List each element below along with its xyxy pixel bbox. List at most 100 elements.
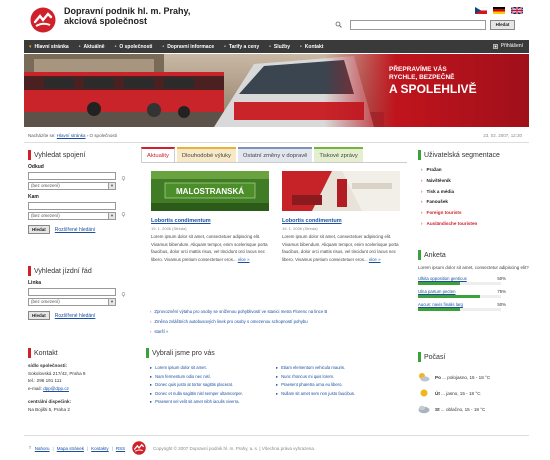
search-icon [335,21,342,28]
czech-flag-icon[interactable] [475,7,487,14]
connection-search-button[interactable]: Hledat [28,225,50,234]
timetable-search-title: Vyhledat jízdní řád [28,266,146,276]
banner-line3: A SPOLEHLIVĚ [389,82,477,96]
chevron-down-icon: ▼ [108,213,115,219]
line-input[interactable] [28,288,116,296]
nav-item-about[interactable]: • O společnosti [110,44,158,50]
news-text: Lorem ipsum dolor sit amet, consectetuer… [151,233,269,263]
breadcrumb-home-link[interactable]: Hlavní stránka [57,133,86,138]
segment-item-prague-resident[interactable]: › Pražan [421,165,529,176]
poll-option-link[interactable]: Ulna partum pecten [418,289,456,294]
segment-item-foreign-tourists[interactable]: › Foreign tourists [421,208,529,219]
list-item-label: Etiam elementum vehicula mauris. [281,365,346,370]
to-select[interactable]: (bez omezení) ▼ [28,212,116,220]
poll-bar-fill [418,308,460,311]
weather-text: ... oblačno, 15 - 18 °C [440,406,486,412]
map-pin-icon[interactable] [121,212,126,217]
list-item[interactable]: ▸ Nullam sit amet sem non justo faucibus. [276,390,406,399]
poll-option-link[interactable]: Aucus: navis finalis larg [418,302,463,307]
segment-item-fan[interactable]: › Fanoušek [421,197,529,208]
tab-other-changes[interactable]: Ostatní změny v dopravě [237,147,313,162]
poll-option-row: Ulkita opposition genticus 50% [418,276,506,281]
nav-item-services[interactable]: • Služby [264,44,295,50]
news-title[interactable]: Lobortis condimentum [282,218,400,224]
connection-advanced-link[interactable]: Rozšířené hledání [55,227,96,233]
list-item[interactable]: ▸ Donec et nulla sagittis nisl semper ult… [150,390,276,399]
tab-press-releases[interactable]: Tiskové zprávy [314,147,363,162]
footer-link-top[interactable]: Nahoru [35,446,50,451]
breadcrumb-current: › O společnosti [86,133,117,138]
poll-option[interactable]: Ulkita opposition genticus 50% [418,276,529,285]
news-title-link[interactable]: Lobortis condimentum [151,218,211,224]
list-item[interactable]: ▸ Etiam elementum vehicula mauris. [276,364,406,373]
list-item[interactable]: ▸ Praesent pharetra urna eu libero. [276,381,406,390]
list-item[interactable]: › starší » [150,327,400,337]
lock-icon [492,44,498,49]
arrow-right-icon: › [150,309,152,314]
weather-box: Počasí Po ... polojasno, 15 - 18 °C Út .… [418,352,529,416]
bullet-icon: ▸ [276,373,279,379]
poll-option-link[interactable]: Ulkita opposition genticus [418,276,467,281]
news-title-link[interactable]: Lobortis condimentum [282,218,342,224]
selected-for-you-box: Vybrali jsme pro vás ▸ Lorem ipsum dolor … [146,348,408,407]
news-image[interactable] [282,171,400,211]
bullet-icon: ▸ [150,373,153,379]
news-more-link[interactable]: více » [369,257,381,262]
list-item[interactable]: ▸ Nam fermentum odio nec nisl. [150,373,276,382]
segment-item-visitor[interactable]: › Návštěvník [421,176,529,187]
segment-item-auslaendische-touristen[interactable]: › Ausländische touristen [421,219,529,230]
news-title[interactable]: Lobortis condimentum [151,218,269,224]
bullet-icon: ▸ [150,365,153,370]
search-input[interactable] [350,20,486,30]
list-item[interactable]: ▸ Lorem ipsum dolor sit amet. [150,364,276,373]
poll-bar-fill [418,282,460,285]
poll-option[interactable]: Ulna partum pecten 75% [418,289,529,298]
to-input[interactable] [28,202,116,210]
login-link[interactable]: Přihlášení [492,40,523,53]
list-item[interactable]: › Zprovoznění výtahu pro osoby se sníženo… [150,307,400,317]
segment-label: Pražan [426,167,442,172]
nav-item-contact[interactable]: • Kontakt [295,44,328,50]
poll-option[interactable]: Aucus: navis finalis larg 50% [418,302,529,311]
search-button[interactable]: Hledat [490,20,515,30]
tab-long-term-closures[interactable]: Dlouhodobé výluky [176,147,236,162]
list-item[interactable]: ▸ Nunc rhoncus mi quis lorem. [276,373,406,382]
news-more-link[interactable]: více » [238,257,250,262]
nav-item-news[interactable]: • Aktuálně [74,44,110,50]
bullet-icon: ▸ [276,390,279,396]
timetable-search-button[interactable]: Hledat [28,311,50,320]
footer-link-sitemap[interactable]: Mapa stránek [57,446,84,451]
german-flag-icon[interactable] [493,7,505,14]
uk-flag-icon[interactable] [511,7,523,14]
segment-item-press[interactable]: › Tisk a média [421,187,529,198]
dpp-logo-icon[interactable] [30,7,56,33]
nav-item-traffic-info[interactable]: • Dopravní informace [157,44,219,50]
language-switch [475,7,523,14]
footer-link-contacts[interactable]: Kontakty [91,446,109,451]
weather-day: Út [435,390,440,396]
list-item[interactable]: ▸ Praesent vel velit sit amet nibh iaculi… [150,398,276,407]
news-image[interactable]: MALOSTRANSKÁ [151,171,269,211]
email-label: e-mail: [28,385,42,391]
nav-item-label: Aktuálně [83,43,105,50]
nav-item-home[interactable]: ▾ Hlavní stránka [24,44,74,50]
line-select[interactable]: (bez omezení) ▼ [28,298,116,306]
email-link[interactable]: dpp@dpp.cz [43,386,69,391]
poll-options: Ulkita opposition genticus 50% Ulna partu… [418,276,529,311]
list-item[interactable]: › Změna zvláštních autobusových linek pro… [150,317,400,327]
map-pin-icon[interactable] [121,292,126,297]
separator: | [111,445,113,451]
weather-day: St [435,406,440,412]
map-pin-icon[interactable] [121,176,126,181]
timetable-advanced-link[interactable]: Rozšířené hledání [55,313,96,319]
list-item[interactable]: ▸ Donec quis justo at tortor sagittis pla… [150,381,276,390]
nav-item-fares[interactable]: • Tarify a ceny [219,44,264,50]
footer-link-rss[interactable]: RSS [116,446,125,451]
from-input[interactable] [28,172,116,180]
tab-news[interactable]: Aktuality [141,147,175,162]
breadcrumb-prefix: Nacházíte se: [28,133,56,138]
from-select[interactable]: (bez omezení) ▼ [28,182,116,190]
list-item-label: Donec quis justo at tortor sagittis plac… [155,382,234,387]
arrow-right-icon: › [150,319,152,324]
hq-address: Sokolovská 217/42, Praha 9 [28,370,86,376]
